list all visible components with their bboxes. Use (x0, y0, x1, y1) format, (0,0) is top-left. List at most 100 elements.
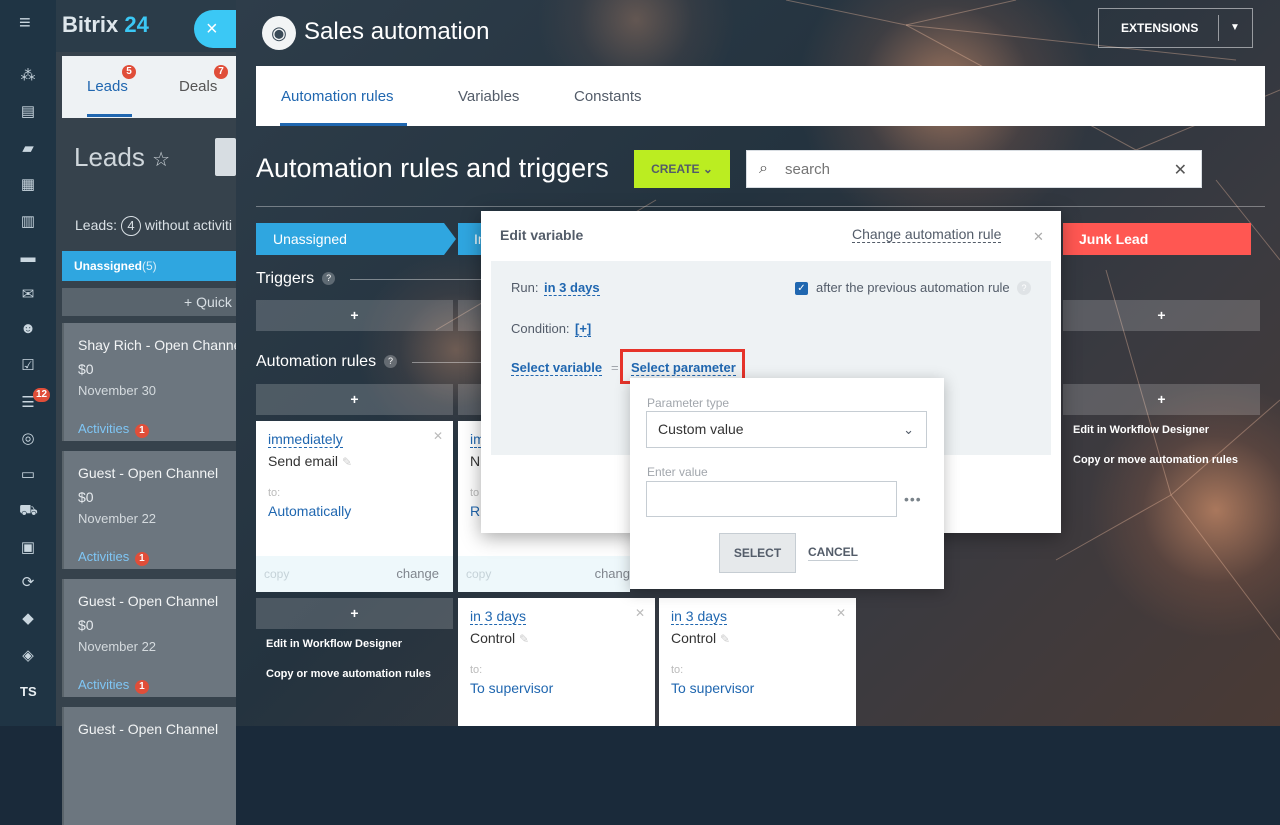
search-input[interactable] (785, 159, 1165, 179)
drive-icon[interactable]: ▬ (19, 250, 37, 266)
rule-card[interactable]: immediately ✕ Send email ✎ to: Automatic… (256, 421, 453, 592)
rule-timing[interactable]: in 3 days (470, 608, 527, 625)
add-rule-button[interactable]: + (1063, 384, 1260, 415)
after-previous-checkbox[interactable]: ✓ (795, 282, 808, 295)
cart-icon[interactable]: ⛟ (19, 503, 38, 519)
close-icon[interactable]: ✕ (1033, 229, 1044, 245)
pencil-icon[interactable]: ✎ (519, 632, 529, 646)
help-icon[interactable]: ? (322, 272, 336, 286)
add-rule-button[interactable]: + (256, 598, 453, 629)
lead-activities[interactable]: Activities 1 (78, 677, 149, 694)
change-link[interactable]: chang (595, 566, 630, 581)
pencil-icon[interactable]: ✎ (720, 632, 730, 646)
change-automation-rule-link[interactable]: Change automation rule (852, 226, 1002, 243)
condition-add-link[interactable]: [+] (575, 321, 592, 337)
add-rule-button[interactable]: + (256, 384, 453, 415)
rule-to-value[interactable]: To supervisor (671, 680, 754, 696)
sites-icon[interactable]: ▭ (19, 467, 37, 483)
rule-to-label: to: (268, 487, 281, 499)
rule-card[interactable]: in 3 days ✕ Control ✎ to: To supervisor (659, 598, 856, 726)
checklist-icon[interactable]: ☑ (19, 358, 37, 374)
edit-in-workflow-designer-link[interactable]: Edit in Workflow Designer (266, 638, 402, 650)
lead-name[interactable]: Guest - Open Channel (78, 593, 218, 609)
menu-burger-icon[interactable]: ≡ (19, 13, 37, 33)
lead-card[interactable]: Guest - Open Channel $0 November 22 Acti… (62, 451, 236, 569)
crm-filter-box[interactable] (215, 138, 236, 176)
lead-name[interactable]: Guest - Open Channel (78, 721, 218, 737)
chevron-down-icon[interactable]: ▼ (1230, 9, 1240, 47)
rule-card[interactable]: in 3 days ✕ Control ✎ to: To supervisor (458, 598, 655, 726)
brand-logo[interactable]: Bitrix 24 (62, 12, 149, 38)
help-icon[interactable]: ? (1017, 281, 1031, 295)
activity-stream-icon[interactable]: ⁂ (19, 68, 37, 84)
chat-icon[interactable]: ▰ (19, 141, 37, 157)
star-icon[interactable]: ☆ (152, 149, 170, 171)
crm-quick-add[interactable]: + Quick (62, 288, 236, 316)
more-options-icon[interactable]: ••• (904, 491, 922, 507)
tab-variables[interactable]: Variables (458, 88, 519, 105)
contact-card-icon[interactable]: ▣ (19, 540, 37, 556)
edit-in-workflow-designer-link[interactable]: Edit in Workflow Designer (1073, 424, 1209, 436)
change-link[interactable]: change (396, 566, 439, 581)
close-icon[interactable]: ✕ (433, 429, 443, 443)
calendar-icon[interactable]: ▦ (19, 177, 37, 193)
mail-icon[interactable]: ✉ (19, 287, 37, 303)
rule-timing[interactable]: in 3 days (671, 608, 728, 625)
tasks-icon[interactable]: ▤ (19, 104, 37, 120)
crm-leads-heading: Leads ☆ (74, 142, 170, 173)
help-icon[interactable]: ? (384, 355, 398, 369)
lead-activities[interactable]: Activities 1 (78, 421, 149, 438)
rule-timing[interactable]: immediately (268, 431, 343, 448)
select-variable-link[interactable]: Select variable (511, 360, 603, 376)
box-icon[interactable]: ◆ (19, 611, 37, 627)
rule-to-value[interactable]: R (470, 503, 480, 519)
search-box[interactable]: ⌕ ✕ (746, 150, 1202, 188)
lead-card[interactable]: Shay Rich - Open Channel $0 November 30 … (62, 323, 245, 441)
user-initials[interactable]: TS (20, 684, 37, 699)
lead-card[interactable]: Guest - Open Channel (62, 707, 236, 825)
lead-activities[interactable]: Activities 1 (78, 549, 149, 566)
crm-tab-deals[interactable]: Deals (179, 78, 217, 95)
crm-badge: 12 (33, 388, 51, 402)
close-slider-button[interactable]: × (194, 10, 236, 48)
run-value-link[interactable]: in 3 days (544, 280, 600, 296)
employees-icon[interactable]: ☻ (19, 321, 37, 337)
lead-card[interactable]: Guest - Open Channel $0 November 22 Acti… (62, 579, 236, 697)
copy-move-rules-link[interactable]: Copy or move automation rules (1073, 454, 1238, 466)
triggers-heading: Triggers? (256, 270, 336, 288)
parameter-type-select[interactable]: Custom value ⌄ (646, 411, 927, 448)
value-input[interactable] (646, 481, 897, 517)
close-icon[interactable]: ✕ (836, 606, 846, 620)
copy-link[interactable]: copy (264, 567, 289, 581)
pencil-icon[interactable]: ✎ (342, 455, 352, 469)
create-button[interactable]: CREATE ⌄ (634, 150, 730, 188)
stage-junk-lead[interactable]: Junk Lead (1063, 223, 1251, 255)
crm-tabs: Leads 5 Deals 7 (62, 56, 236, 118)
stage-unassigned[interactable]: Unassigned (256, 223, 456, 255)
copy-link[interactable]: copy (466, 567, 491, 581)
add-trigger-button[interactable]: + (256, 300, 453, 331)
tab-constants[interactable]: Constants (574, 88, 642, 105)
leads-count-badge: 4 (120, 216, 141, 236)
extensions-button[interactable]: EXTENSIONS ▼ (1098, 8, 1253, 48)
crm-tab-leads[interactable]: Leads (87, 78, 128, 95)
tab-automation-rules[interactable]: Automation rules (281, 88, 394, 105)
add-rule-button[interactable] (458, 384, 481, 415)
lead-name[interactable]: Shay Rich - Open Channel (78, 337, 245, 353)
lead-name[interactable]: Guest - Open Channel (78, 465, 218, 481)
clear-search-icon[interactable]: ✕ (1174, 160, 1187, 180)
divider (256, 206, 1265, 207)
close-icon[interactable]: ✕ (635, 606, 645, 620)
rule-to-value[interactable]: Automatically (268, 503, 351, 519)
add-trigger-button[interactable]: + (1063, 300, 1260, 331)
sync-icon[interactable]: ⟳ (19, 575, 37, 591)
crm-stage-unassigned[interactable]: Unassigned(5) (62, 251, 236, 281)
select-button[interactable]: SELECT (719, 533, 796, 573)
copy-move-rules-link[interactable]: Copy or move automation rules (266, 668, 431, 680)
target-icon[interactable]: ◎ (19, 431, 37, 447)
add-trigger-button[interactable] (458, 300, 481, 331)
documents-icon[interactable]: ▥ (19, 214, 37, 230)
cancel-button[interactable]: CANCEL (808, 545, 858, 561)
rule-to-value[interactable]: To supervisor (470, 680, 553, 696)
market-icon[interactable]: ◈ (19, 648, 37, 664)
